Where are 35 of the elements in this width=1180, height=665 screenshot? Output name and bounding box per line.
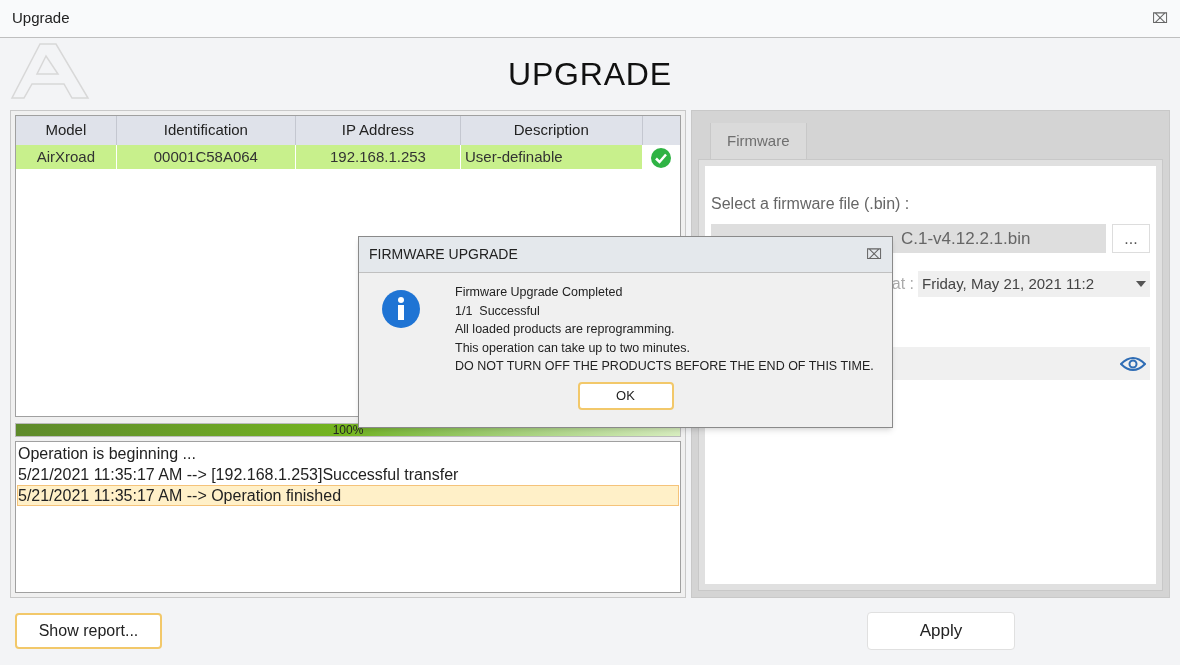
table-cell: AirXroad xyxy=(16,145,117,169)
table-row[interactable]: AirXroad 00001C58A064 192.168.1.253 User-definable xyxy=(16,145,680,169)
table-cell: 192.168.1.253 xyxy=(295,145,461,169)
column-header[interactable]: IP Address xyxy=(295,116,461,145)
dialog-title: FIRMWARE UPGRADE xyxy=(369,245,518,264)
apply-button[interactable]: Apply xyxy=(867,611,1015,650)
message-line: DO NOT TURN OFF THE PRODUCTS BEFORE THE END OF THIS TIME. xyxy=(455,358,874,375)
message-line: 1/1 Successful xyxy=(455,302,541,320)
tab[interactable]: Firmware xyxy=(710,123,807,159)
column-header[interactable]: Identification xyxy=(116,116,296,145)
message-line: All loaded products are reprogramming. xyxy=(455,321,676,338)
logo-icon xyxy=(10,42,90,100)
log-entry[interactable]: 5/21/2021 11:35:17 AM --> [192.168.1.253]Successful transfer xyxy=(17,464,679,485)
browse-button[interactable]: ... xyxy=(1112,224,1150,253)
column-header xyxy=(642,116,680,145)
caret-icon xyxy=(1136,281,1146,287)
info-icon xyxy=(381,289,421,329)
log-entry[interactable]: 5/21/2021 11:35:17 AM --> Operation finished xyxy=(17,485,679,506)
ok-button[interactable]: OK xyxy=(577,381,674,410)
progress-label: 100% xyxy=(331,424,365,436)
table-cell: 00001C58A064 xyxy=(116,145,296,169)
date-dropdown[interactable]: Friday, May 21, 2021 11:2 xyxy=(918,271,1150,297)
column-header[interactable]: Model xyxy=(16,116,117,145)
log-entry[interactable]: Operation is beginning ... xyxy=(17,443,679,464)
schedule-label: at : xyxy=(891,274,914,294)
show-report-button[interactable]: Show report... xyxy=(15,612,162,649)
check-icon xyxy=(651,147,672,168)
firmware-file-label: Select a firmware file (.bin) : xyxy=(711,194,911,214)
message-line: Firmware Upgrade Completed xyxy=(455,284,624,301)
column-header[interactable]: Description xyxy=(460,116,642,145)
window-title: Upgrade xyxy=(12,8,70,29)
message-line: This operation can take up to two minutes. xyxy=(455,339,691,357)
table-cell: User-definable xyxy=(460,145,642,169)
page-title: UPGRADE xyxy=(508,55,672,94)
close-button[interactable]: ⌧ xyxy=(1152,8,1168,29)
